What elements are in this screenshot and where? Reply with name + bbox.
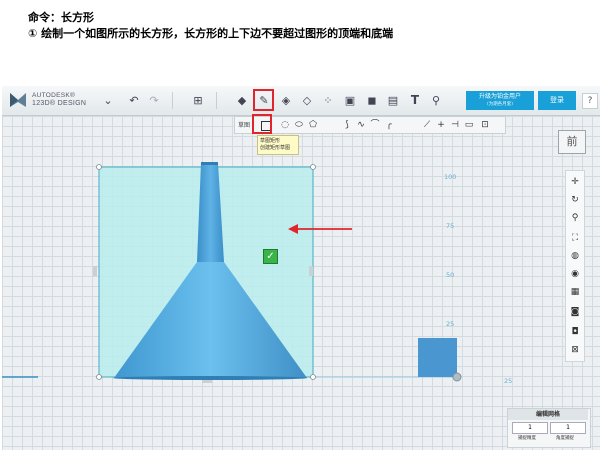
camera-icon[interactable]: ◙ [568, 305, 582, 319]
upgrade-sublabel: (为期各月套) [486, 102, 513, 107]
add-icon[interactable]: ⊞ [190, 92, 206, 108]
tooltip-desc: 创建矩形草图 [260, 145, 291, 151]
shaded-icon[interactable]: ◘ [568, 325, 582, 339]
orbit-icon[interactable]: ↻ [568, 193, 582, 207]
mesh-icon[interactable]: ⊠ [568, 343, 582, 357]
app-brand: AUTODESK® 123D® DESIGN [32, 92, 86, 108]
tooltip-title: 草图矩形 [260, 138, 281, 144]
scene-graphics [2, 162, 462, 383]
extend-icon[interactable]: + [435, 119, 447, 131]
corner-handle [310, 374, 316, 380]
redo-icon[interactable]: ↷ [146, 92, 162, 108]
small-box [418, 338, 457, 377]
toolbar-divider [172, 92, 173, 109]
brand-company: AUTODESK® [32, 92, 76, 99]
design-viewport[interactable]: ✓ 草图 ◌ ⬭ ⬠ ⟆ ∿ ⌒ ╭ ⟋ + ⊣ ▭ ⊡ 草图矩形 创建矩形草图… [2, 114, 600, 450]
tooltip: 草图矩形 创建矩形草图 [257, 135, 299, 155]
rectangle-tool-highlight [252, 114, 272, 134]
view-cube[interactable]: 前 [558, 130, 586, 154]
primitives-icon[interactable]: ◆ [234, 92, 250, 108]
axis-tick-label: 50 [446, 271, 455, 279]
brand-product: 123D® DESIGN [32, 100, 87, 107]
ellipse-icon[interactable]: ⬭ [293, 119, 305, 131]
instruction-step: ① 绘制一个如图所示的长方形，长方形的上下边不要超过图形的顶端和底端 [28, 27, 394, 40]
text-sketch-icon[interactable]: ⊡ [479, 119, 491, 131]
help-button[interactable]: ? [582, 93, 598, 109]
arc-icon[interactable]: ⌒ [369, 119, 381, 131]
snap-icon[interactable]: ⚲ [428, 92, 444, 108]
axis-tick-label: 100 [444, 173, 457, 181]
chevron-down-icon[interactable]: ⌄ [100, 92, 116, 108]
angle-snap-label: 角度捕捉 [556, 436, 574, 441]
app-window: AUTODESK® 123D® DESIGN ⌄ ↶ ↷ ⊞ ◆ ✎ ◈ ◇ ⁘… [2, 86, 600, 450]
edge-grip [309, 266, 313, 276]
funnel-base [113, 376, 307, 380]
corner-handle [96, 374, 102, 380]
snap-value-label: 捕捉精度 [518, 436, 536, 441]
sketch-subtoolbar: 草图 ◌ ⬭ ⬠ ⟆ ∿ ⌒ ╭ ⟋ + ⊣ ▭ ⊡ [234, 116, 506, 134]
measure-icon[interactable]: ▤ [385, 92, 401, 108]
login-button[interactable]: 登录 [538, 91, 576, 110]
material-icon[interactable]: ◍ [568, 249, 582, 263]
pattern-icon[interactable]: ⁘ [320, 92, 336, 108]
axis-tick-label: 25 [446, 320, 455, 328]
sketch-tool-highlight [253, 89, 274, 111]
polygon-icon[interactable]: ⬠ [307, 119, 319, 131]
checkmark-icon[interactable]: ✓ [263, 249, 278, 264]
visibility-icon[interactable]: ◉ [568, 267, 582, 281]
axis-tick-label: 25 [504, 377, 513, 385]
main-toolbar: AUTODESK® 123D® DESIGN ⌄ ↶ ↷ ⊞ ◆ ✎ ◈ ◇ ⁘… [2, 86, 600, 116]
grid-toggle-icon[interactable]: ▦ [568, 285, 582, 299]
text-icon[interactable]: T [407, 92, 423, 108]
polyline-icon[interactable]: ⟆ [341, 119, 353, 131]
corner-handle [96, 164, 102, 170]
pan-icon[interactable]: ✛ [568, 175, 582, 189]
origin-marker [452, 372, 462, 382]
project-icon[interactable]: ▭ [463, 119, 475, 131]
modify-icon[interactable]: ◇ [299, 92, 315, 108]
snap-panel-title: 编辑网格 [508, 409, 588, 420]
funnel-top-rim [201, 162, 218, 165]
axis-tick-label: 75 [446, 222, 455, 230]
combine-icon[interactable]: ◼ [364, 92, 380, 108]
undo-icon[interactable]: ↶ [126, 92, 142, 108]
instruction-text: 命令：长方形 ① 绘制一个如图所示的长方形，长方形的上下边不要超过图形的顶端和底… [28, 10, 393, 42]
circle-icon[interactable]: ◌ [279, 119, 291, 131]
zoom-icon[interactable]: ⚲ [568, 211, 582, 225]
corner-handle [310, 164, 316, 170]
offset-icon[interactable]: ⊣ [449, 119, 461, 131]
sketch-label: 草图 [238, 122, 251, 129]
group-icon[interactable]: ▣ [342, 92, 358, 108]
fit-icon[interactable]: ⛶ [568, 231, 582, 245]
upgrade-button[interactable]: 升级为铂金用户 (为期各月套) [466, 91, 534, 110]
upgrade-label: 升级为铂金用户 [478, 93, 521, 100]
grid-snap-panel: 编辑网格 1 1 捕捉精度 角度捕捉 [507, 408, 591, 448]
angle-snap-input[interactable]: 1 [550, 422, 586, 434]
trim-icon[interactable]: ⟋ [421, 119, 433, 131]
construct-icon[interactable]: ◈ [278, 92, 294, 108]
toolbar-divider [216, 92, 217, 109]
snap-value-input[interactable]: 1 [512, 422, 548, 434]
spline-icon[interactable]: ∿ [355, 119, 367, 131]
edge-grip [93, 266, 97, 276]
fillet-icon[interactable]: ╭ [383, 119, 395, 131]
instruction-title: 命令：长方形 [28, 11, 94, 24]
navigation-bar: ✛ ↻ ⚲ ⛶ ◍ ◉ ▦ ◙ ◘ ⊠ [565, 170, 585, 362]
app-logo-icon[interactable] [8, 90, 28, 110]
